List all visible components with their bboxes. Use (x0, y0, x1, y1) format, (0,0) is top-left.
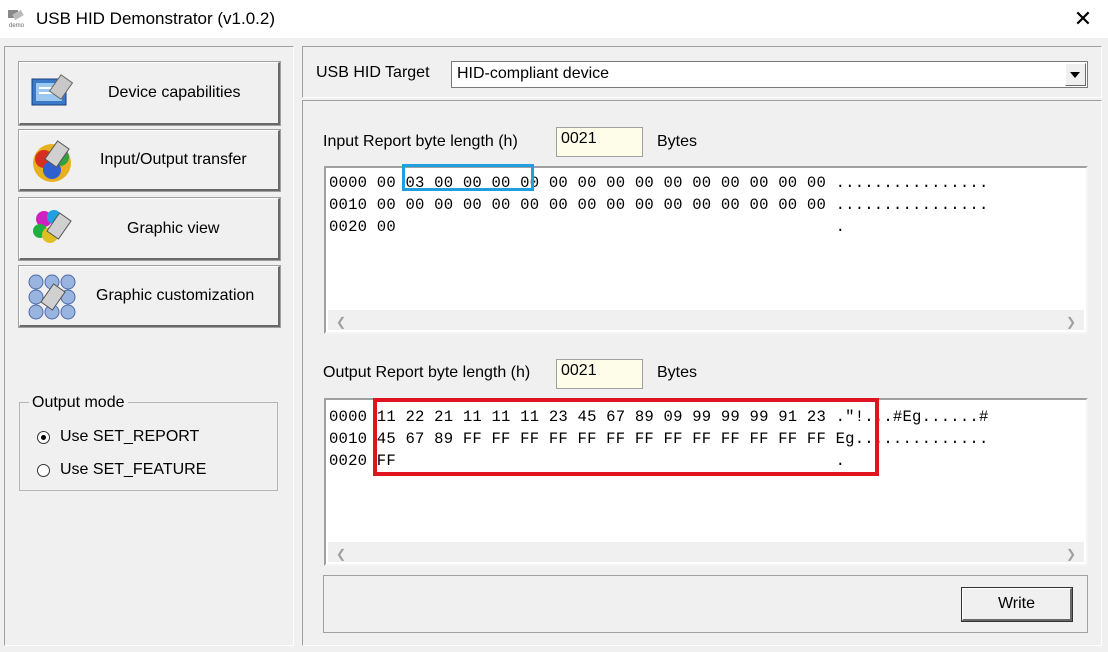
write-button[interactable]: Write (961, 587, 1073, 622)
set-report-label: Use SET_REPORT (60, 428, 200, 445)
scroll-right-icon[interactable]: ❯ (1066, 315, 1076, 329)
output-mode-title: Output mode (29, 394, 128, 412)
input-hex-view[interactable]: 0000 00 03 00 00 00 00 00 00 00 00 00 00… (324, 166, 1088, 334)
hex-address: 0000 (329, 408, 377, 426)
scroll-right-icon[interactable]: ❯ (1066, 547, 1076, 561)
target-label: USB HID Target (316, 64, 430, 81)
set-feature-option[interactable]: Use SET_FEATURE (37, 461, 206, 479)
svg-text:demo: demo (9, 23, 25, 29)
target-value: HID-compliant device (457, 65, 610, 82)
set-feature-label: Use SET_FEATURE (60, 461, 207, 478)
output-highlight-box (373, 398, 879, 476)
hex-row: 0020 00 . (329, 216, 989, 238)
hex-address: 0000 (329, 174, 377, 192)
graphic-customization-label: Graphic customization (96, 287, 255, 304)
input-length-unit: Bytes (657, 133, 698, 150)
app-icon: demo (8, 9, 25, 29)
hex-ascii: ................ (835, 174, 989, 192)
graphic-customization-icon (28, 274, 76, 320)
graphic-view-label: Graphic view (127, 219, 220, 237)
input-length-field[interactable]: 0021 (556, 127, 643, 157)
output-scrollbar[interactable]: ❮ ❯ (328, 542, 1084, 562)
scroll-left-icon[interactable]: ❮ (336, 547, 346, 561)
output-length-label: Output Report byte length (h) (323, 364, 531, 381)
hex-address: 0010 (329, 430, 377, 448)
scroll-left-icon[interactable]: ❮ (336, 315, 346, 329)
hex-address: 0010 (329, 196, 377, 214)
target-select[interactable]: HID-compliant device (451, 61, 1088, 88)
device-capabilities-label: Device capabilities (108, 84, 241, 101)
window-title: USB HID Demonstrator (v1.0.2) (36, 9, 276, 28)
device-capabilities-icon (31, 74, 74, 106)
hex-address: 0020 (329, 452, 377, 470)
hex-address: 0020 (329, 218, 377, 236)
hex-ascii: ................ (835, 196, 989, 214)
output-length-field[interactable]: 0021 (556, 359, 643, 389)
close-icon[interactable]: ✕ (1068, 5, 1098, 33)
graphic-view-icon (33, 210, 72, 243)
hex-bytes: 00 (376, 218, 836, 236)
device-capabilities-button[interactable]: Device capabilities (18, 61, 281, 126)
set-report-radio[interactable] (37, 430, 50, 444)
set-feature-radio[interactable] (37, 463, 50, 477)
dropdown-button[interactable] (1065, 63, 1086, 86)
hex-row: 0010 00 00 00 00 00 00 00 00 00 00 00 00… (329, 194, 989, 216)
io-transfer-label: Input/Output transfer (100, 151, 247, 168)
hex-ascii: . (835, 218, 846, 236)
input-highlight-box (402, 164, 534, 191)
io-transfer-button[interactable]: Input/Output transfer (18, 129, 281, 192)
graphic-customization-button[interactable]: Graphic customization (18, 265, 281, 328)
input-length-label: Input Report byte length (h) (323, 133, 518, 150)
io-transfer-icon (33, 140, 71, 182)
hex-bytes: 00 00 00 00 00 00 00 00 00 00 00 00 00 0… (376, 196, 836, 214)
input-scrollbar[interactable]: ❮ ❯ (328, 310, 1084, 330)
graphic-view-button[interactable]: Graphic view (18, 197, 281, 261)
output-length-unit: Bytes (657, 364, 698, 381)
chevron-down-icon (1070, 72, 1080, 78)
set-report-option[interactable]: Use SET_REPORT (37, 428, 199, 446)
